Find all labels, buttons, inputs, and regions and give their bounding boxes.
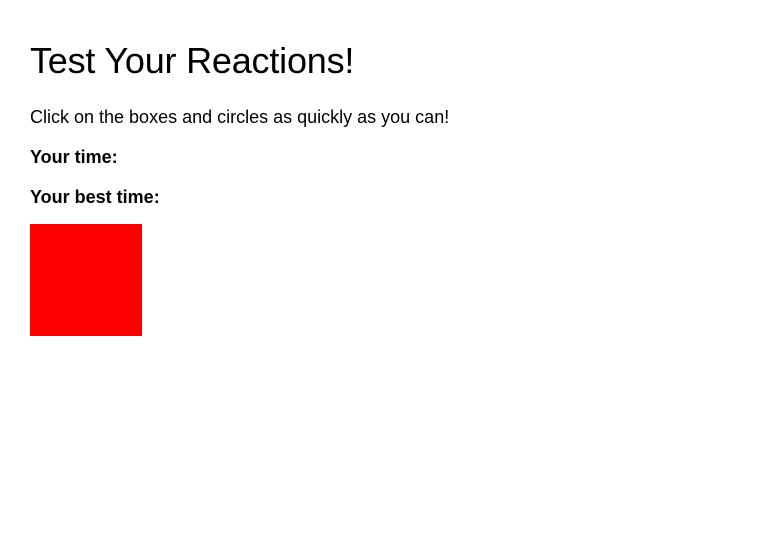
page-title: Test Your Reactions!	[30, 40, 355, 81]
reaction-target-box[interactable]	[30, 224, 142, 336]
instructions-text: Click on the boxes and circles as quickl…	[30, 107, 450, 127]
your-time-label: Your time:	[30, 147, 118, 167]
reaction-game-page: Test Your Reactions! Click on the boxes …	[0, 0, 760, 540]
your-best-time-label: Your best time:	[30, 187, 160, 207]
your-time: Your time:	[30, 128, 760, 168]
your-best-time: Your best time:	[30, 168, 760, 208]
